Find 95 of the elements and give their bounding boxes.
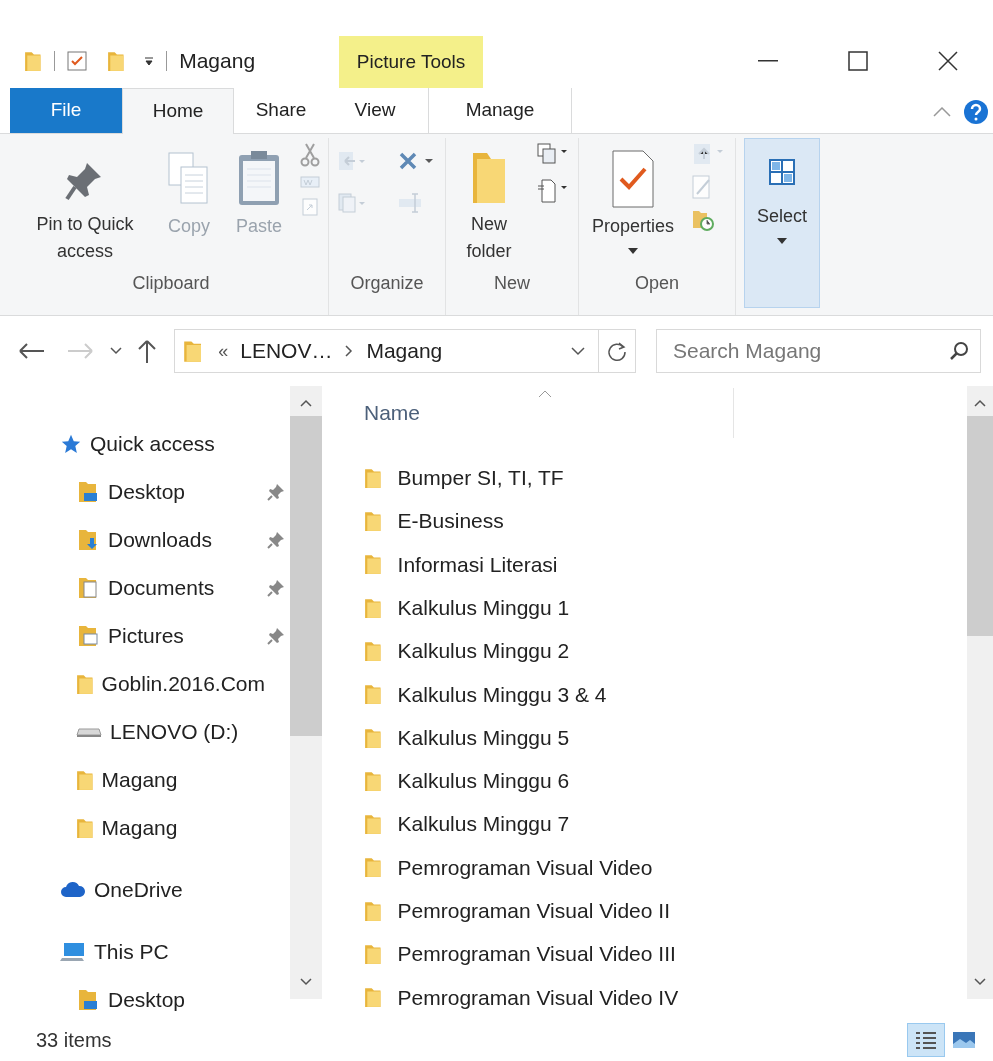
folder-icon (76, 673, 94, 695)
file-item[interactable]: Kalkulus Minggu 5 (364, 715, 784, 760)
status-text: 33 items (36, 1028, 112, 1053)
scrollbar[interactable] (290, 386, 322, 999)
folder-icon (364, 466, 382, 489)
nav-item[interactable]: Magang (0, 756, 290, 804)
scrollbar[interactable] (967, 386, 993, 999)
chevron-down-icon[interactable] (570, 346, 586, 356)
folder-icon (364, 943, 382, 966)
star-icon (60, 433, 82, 455)
search-icon (949, 341, 969, 361)
folder-icon (364, 856, 382, 879)
file-item[interactable]: Kalkulus Minggu 3 & 4 (364, 672, 784, 716)
file-item[interactable]: Pemrograman Visual Video II (364, 889, 784, 933)
nav-item[interactable]: LENOVO (D:) (0, 708, 290, 756)
file-item[interactable]: E-Business (364, 499, 784, 543)
chevron-right-icon (344, 345, 355, 357)
file-item[interactable]: Informasi Literasi (364, 542, 784, 587)
ribbon-tab[interactable]: Share (234, 88, 328, 133)
ribbon-group-label: Clipboard (131, 272, 211, 295)
file-item[interactable]: Bumper SI, TI, TF (364, 456, 784, 500)
select-icon (767, 157, 798, 187)
ribbon-group-label: Open (634, 272, 681, 295)
folder-icon (364, 899, 382, 922)
recent-locations-icon[interactable] (108, 346, 124, 356)
ribbon-tab[interactable]: Manage (428, 88, 572, 133)
new-folder-button[interactable]: New folder (454, 138, 524, 270)
file-item[interactable]: Kalkulus Minggu 2 (364, 629, 784, 673)
maximize-icon (848, 51, 868, 71)
new-item-icon[interactable] (536, 142, 570, 166)
folder-icon (364, 683, 382, 706)
desktop-folder-icon (76, 480, 100, 504)
nav-item[interactable]: Magang (0, 804, 290, 852)
folder-icon (364, 596, 382, 619)
ribbon-group-label: New (493, 272, 531, 295)
folder-icon (106, 50, 125, 72)
nav-item[interactable]: Desktop (0, 468, 290, 516)
nav-item[interactable]: Downloads (0, 516, 290, 564)
folder-icon (76, 769, 94, 791)
search-field[interactable]: Search Magang (656, 329, 981, 373)
file-tab[interactable]: File (10, 88, 122, 133)
downloads-folder-icon (76, 528, 100, 552)
file-item[interactable]: Kalkulus Minggu 7 (364, 802, 784, 846)
pictures-folder-icon (76, 624, 100, 648)
breadcrumb[interactable]: LENOV… (240, 335, 333, 367)
file-item[interactable]: Pemrograman Visual Video IV (364, 975, 784, 1019)
folder-icon (364, 813, 382, 836)
file-item[interactable]: Kalkulus Minggu 6 (364, 759, 784, 803)
nav-item[interactable]: Goblin.2016.Com (0, 660, 290, 708)
file-item[interactable]: Pemrograman Visual Video III (364, 932, 784, 976)
nav-item[interactable]: Pictures (0, 612, 290, 660)
desktop-folder-icon (76, 988, 100, 1012)
breadcrumb-overflow[interactable]: « (218, 337, 229, 365)
folder-icon (364, 769, 382, 792)
folder-icon (364, 986, 382, 1009)
nav-item[interactable]: OneDrive (0, 866, 290, 914)
pin-button[interactable]: Pin to Quick access (22, 138, 148, 270)
file-item[interactable]: Pemrograman Visual Video (364, 845, 784, 890)
sort-ascending-icon (538, 390, 552, 398)
ribbon-group-label: Organize (349, 272, 425, 295)
folder-icon (364, 553, 382, 576)
folder-icon (24, 50, 42, 72)
window-title: Magang (179, 48, 256, 75)
collapse-ribbon-icon[interactable] (933, 107, 951, 117)
nav-item[interactable]: Quick access (0, 420, 290, 468)
customize-toolbar-icon[interactable] (144, 56, 155, 66)
properties-button[interactable]: Properties (587, 138, 680, 270)
documents-folder-icon (76, 576, 100, 600)
folder-icon (76, 817, 94, 839)
nav-item[interactable]: This PC (0, 928, 290, 976)
easy-access-icon[interactable] (536, 178, 570, 204)
contextual-tab-header: Picture Tools (339, 36, 484, 88)
folder-icon (364, 510, 382, 533)
address-bar[interactable]: « LENOV… Magang (174, 329, 636, 373)
file-item[interactable]: Kalkulus Minggu 1 (364, 586, 784, 630)
computer-icon (60, 941, 86, 963)
help-icon[interactable] (963, 99, 989, 125)
breadcrumb[interactable]: Magang (366, 335, 443, 367)
ribbon-tab[interactable]: View (328, 88, 422, 133)
details-view-button[interactable] (907, 1023, 945, 1057)
details-view-icon (915, 1030, 937, 1050)
folder-icon (364, 639, 382, 662)
ribbon-tab[interactable]: Home (122, 88, 234, 134)
nav-item[interactable]: Documents (0, 564, 290, 612)
large-icons-view-icon (952, 1031, 976, 1049)
properties-icon[interactable] (66, 51, 87, 71)
nav-item[interactable]: Desktop (0, 976, 290, 1024)
close-icon (938, 51, 958, 71)
drive-icon (76, 726, 102, 738)
select-button[interactable]: Select (744, 138, 821, 308)
minimize-icon (758, 60, 778, 62)
folder-icon (364, 726, 382, 749)
cloud-icon (60, 881, 86, 899)
column-header[interactable]: Name (364, 397, 421, 429)
folder-icon (183, 339, 203, 363)
